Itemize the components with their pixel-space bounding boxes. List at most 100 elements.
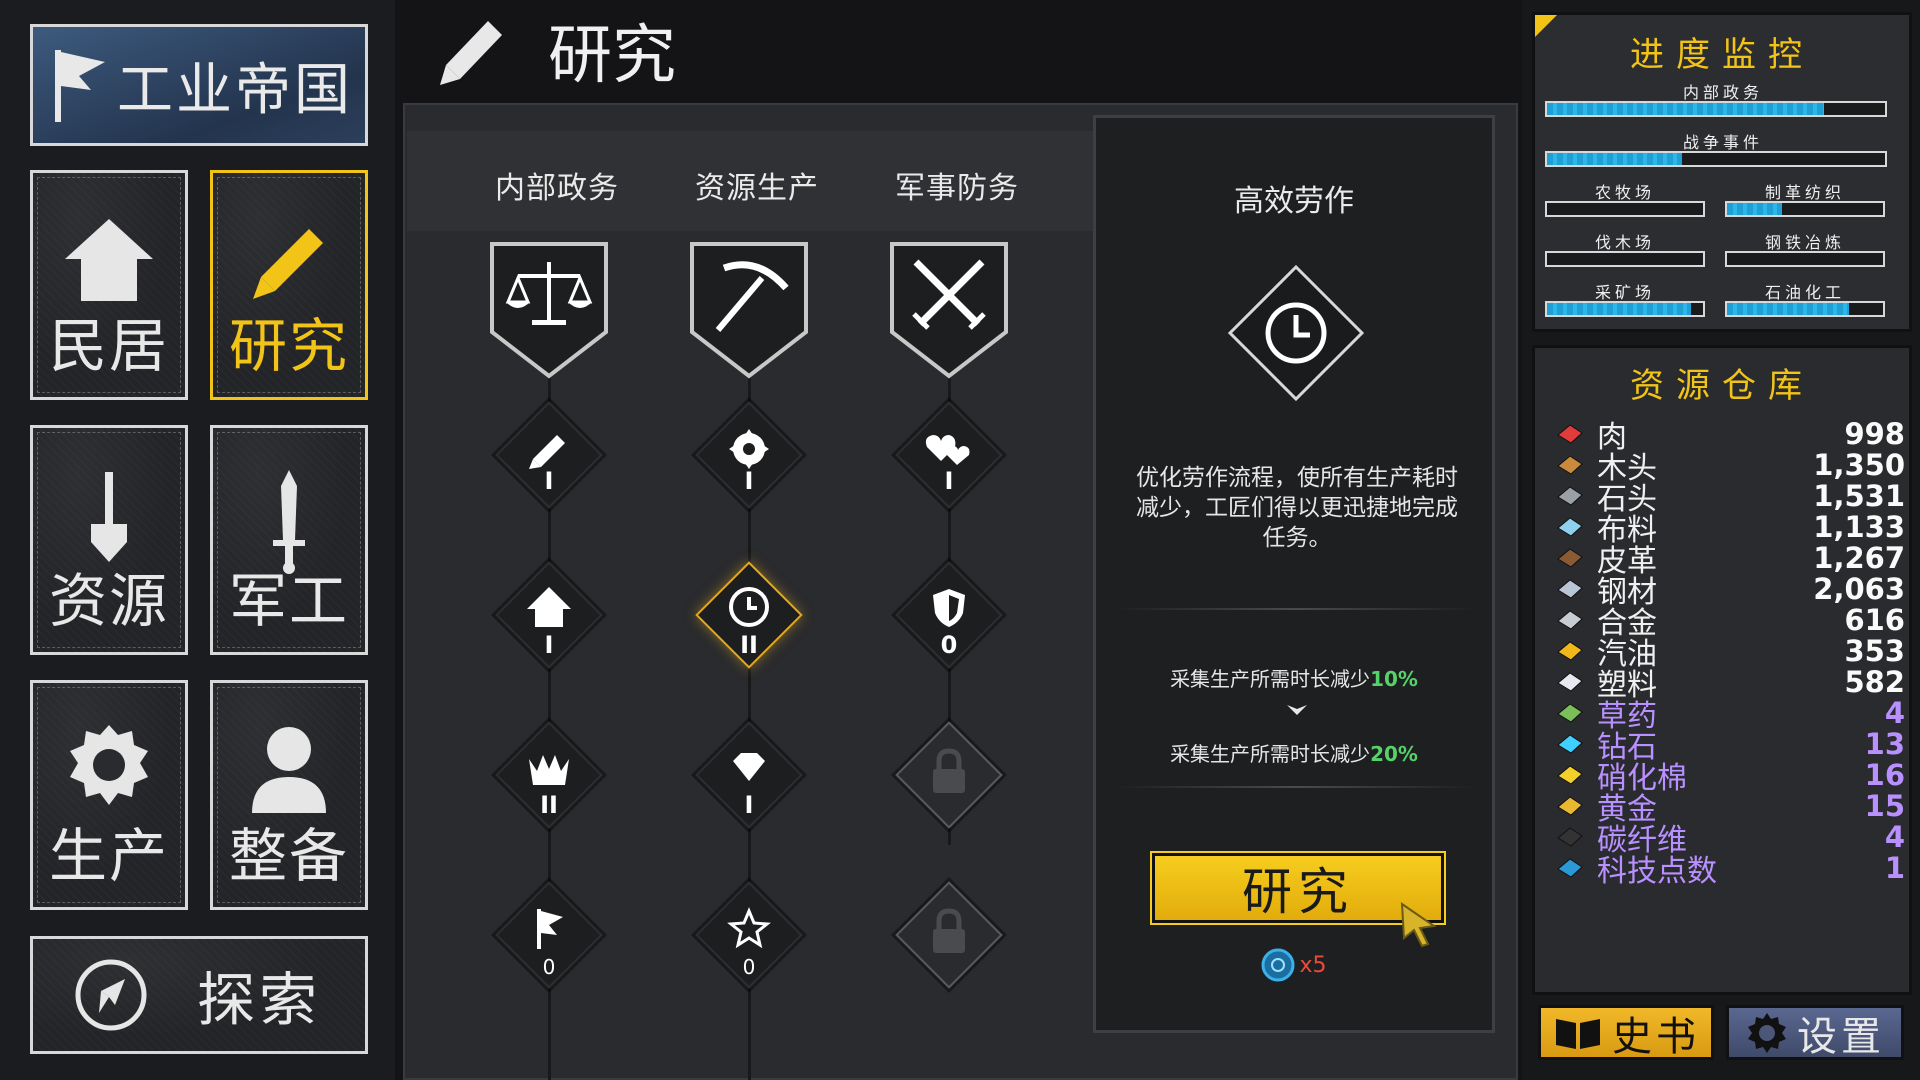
node-level: II [740, 631, 758, 659]
node-level: I [544, 631, 554, 659]
progress-label: 内部政务 [1682, 83, 1763, 102]
left-nav: 工业帝国 民居 研究 资源 军工 生产 整备 探索 [0, 0, 395, 1080]
shovel-icon [91, 472, 127, 562]
node-military-locked [895, 721, 1003, 829]
resource-amount: 1,133 [1813, 510, 1905, 544]
nav-homes[interactable]: 民居 [30, 170, 188, 400]
tech-point-icon [1261, 948, 1295, 982]
settings-button[interactable]: 设置 [1726, 1005, 1904, 1060]
progress-label: 农牧场 [1594, 183, 1655, 202]
resource-amount: 1,531 [1813, 479, 1905, 513]
gear-icon [1748, 1012, 1786, 1053]
node-internal-house[interactable]: I [495, 561, 603, 669]
resource-amount: 1,267 [1813, 541, 1905, 575]
tab-military-defense[interactable]: 军事防务 [895, 163, 1019, 207]
node-internal-pencil[interactable]: I [495, 401, 603, 509]
gear-icon [70, 725, 148, 805]
resource-amount: 13 [1864, 727, 1905, 761]
research-detail-panel: 高效劳作 优化劳作流程，使所有生产耗时减少，工匠们得以更迅捷地完成任务。 采集生… [1093, 115, 1495, 1033]
progress-bar-textile [1725, 201, 1885, 217]
resource-amount: 16 [1864, 758, 1905, 792]
node-military-shield[interactable]: 0 [895, 561, 1003, 669]
resource-row: 科技点数 1 [1555, 850, 1905, 889]
chevron-down-icon [1287, 705, 1307, 715]
node-level: 0 [940, 631, 958, 659]
effect-current: 采集生产所需时长减少10% [1170, 667, 1418, 691]
nav-equipment-label: 整备 [228, 822, 349, 890]
resource-amount: 998 [1844, 417, 1905, 451]
resource-icon [1555, 607, 1585, 633]
nav-homes-label: 民居 [48, 312, 169, 380]
research-button-label: 研究 [1242, 863, 1354, 921]
research-name: 高效劳作 [1234, 184, 1354, 219]
warehouse-title: 资源仓库 [1630, 366, 1814, 406]
node-military-locked [895, 881, 1003, 989]
effect-next: 采集生产所需时长减少20% [1170, 742, 1418, 766]
cost-amount: x5 [1299, 952, 1327, 978]
resource-icon [1555, 638, 1585, 664]
nav-production-label: 生产 [48, 822, 169, 890]
cursor-icon [1400, 902, 1437, 948]
crossed-swords-shield-icon[interactable] [888, 240, 1010, 380]
research-cost: x5 [1096, 948, 1492, 982]
research-description: 优化劳作流程，使所有生产耗时减少，工匠们得以更迅捷地完成任务。 [1136, 465, 1458, 551]
nav-equipment[interactable]: 整备 [210, 680, 368, 910]
progress-bar-farm [1545, 201, 1705, 217]
empire-title: 工业帝国 [117, 57, 353, 123]
resource-icon [1555, 700, 1585, 726]
node-level: I [744, 467, 754, 495]
node-internal-crown[interactable]: II [495, 721, 603, 829]
resource-icon [1555, 793, 1585, 819]
progress-label: 伐木场 [1594, 233, 1655, 252]
progress-bar-mine [1545, 301, 1705, 317]
resource-icon [1555, 421, 1585, 447]
scales-shield-icon[interactable] [488, 240, 610, 380]
resource-icon [1555, 545, 1585, 571]
node-level: I [544, 467, 554, 495]
progress-bar-war [1545, 151, 1887, 167]
lock-icon [933, 908, 965, 953]
resource-icon [1555, 762, 1585, 788]
nav-military[interactable]: 军工 [210, 425, 368, 655]
pickaxe-shield-icon[interactable] [688, 240, 810, 380]
person-icon [252, 727, 326, 813]
node-resource-clock-selected[interactable]: II [695, 561, 803, 669]
progress-bar-lumber [1545, 251, 1705, 267]
pencil-icon [253, 229, 323, 299]
history-button[interactable]: 史书 [1538, 1005, 1714, 1060]
nav-explore[interactable]: 探索 [30, 936, 368, 1054]
node-resource-diamond[interactable]: I [695, 721, 803, 829]
progress-bar-petro [1725, 301, 1885, 317]
node-level: I [944, 467, 954, 495]
resource-name: 科技点数 [1597, 854, 1717, 889]
settings-label: 设置 [1797, 1013, 1885, 1060]
lock-icon [933, 748, 965, 793]
progress-title: 进度监控 [1630, 35, 1814, 75]
resource-warehouse: 资源仓库 肉 998 木头 1,350 石头 1,531 布料 1,133 皮革 1,267 钢材 2… [1532, 345, 1912, 995]
nav-resources[interactable]: 资源 [30, 425, 188, 655]
resource-amount: 1,350 [1813, 448, 1905, 482]
clock-icon [1227, 264, 1365, 402]
house-icon [65, 219, 153, 301]
empire-title-tile: 工业帝国 [30, 24, 368, 146]
progress-label: 采矿场 [1594, 283, 1655, 302]
resource-icon [1555, 669, 1585, 695]
node-resource-gear[interactable]: I [695, 401, 803, 509]
book-icon [1556, 1018, 1600, 1049]
tab-resource-production[interactable]: 资源生产 [695, 163, 819, 207]
node-military-hearts[interactable]: I [895, 401, 1003, 509]
progress-label: 战争事件 [1682, 133, 1763, 152]
nav-research-label: 研究 [228, 312, 349, 380]
nav-production[interactable]: 生产 [30, 680, 188, 910]
resource-amount: 616 [1844, 603, 1905, 637]
tab-internal-affairs[interactable]: 内部政务 [495, 163, 619, 207]
resource-amount: 1 [1884, 851, 1905, 885]
resource-icon [1555, 855, 1585, 881]
progress-label: 钢铁冶炼 [1764, 233, 1845, 252]
right-panel: 进度监控 内部政务 战争事件 农牧场 制革纺织 伐木场 钢铁冶炼 采矿场 石油化… [1522, 0, 1920, 1080]
node-level: II [540, 791, 558, 819]
nav-research[interactable]: 研究 [210, 170, 368, 400]
node-resource-star[interactable]: 0 [695, 881, 803, 989]
page-title: 研究 [548, 19, 676, 93]
node-internal-flag[interactable]: 0 [495, 881, 603, 989]
